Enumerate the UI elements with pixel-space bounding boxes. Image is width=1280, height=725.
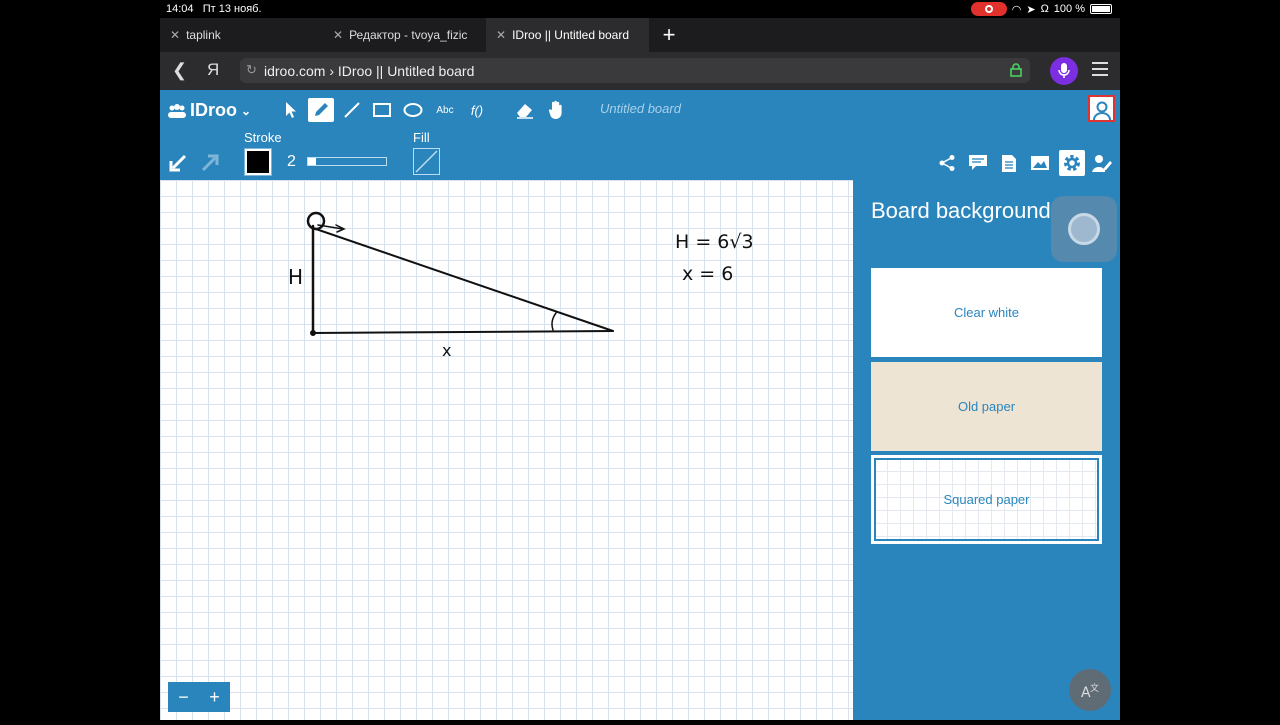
user-profile-button[interactable]	[1088, 95, 1115, 122]
stroke-size-value: 2	[287, 153, 296, 170]
users-icon	[168, 103, 186, 118]
close-icon[interactable]: ✕	[496, 28, 506, 42]
close-icon[interactable]: ✕	[333, 28, 343, 42]
zoom-in-button[interactable]: +	[209, 687, 220, 708]
location-icon: ➤	[1026, 3, 1036, 16]
undo-icon[interactable]	[168, 153, 188, 173]
share-icon	[939, 155, 955, 171]
search-engine-icon[interactable]: Я	[207, 60, 219, 80]
no-fill-icon	[415, 150, 438, 173]
user-edit-icon	[1092, 155, 1112, 172]
status-bar: 14:04 Пт 13 нояб. ◠ ➤ Ω 100 %	[160, 0, 1120, 18]
label-x: x	[442, 341, 451, 360]
redo-icon[interactable]	[200, 153, 220, 173]
accessibility-button[interactable]: A文	[1069, 669, 1111, 711]
stroke-size-slider[interactable]	[307, 157, 387, 166]
microphone-button[interactable]	[1050, 57, 1078, 85]
close-icon[interactable]: ✕	[170, 28, 180, 42]
background-option-clear-white[interactable]: Clear white	[871, 268, 1102, 357]
rectangle-tool[interactable]	[369, 98, 395, 122]
gear-icon	[1064, 155, 1080, 171]
pencil-icon	[315, 103, 328, 116]
assistive-touch-button[interactable]	[1051, 196, 1117, 262]
line-icon	[344, 102, 360, 118]
ellipse-tool[interactable]	[400, 98, 426, 122]
url-text: idroo.com › IDroo || Untitled board	[264, 62, 475, 79]
tab-idroo[interactable]: ✕ IDroo || Untitled board	[486, 18, 649, 52]
board-title[interactable]: Untitled board	[600, 101, 681, 116]
url-field[interactable]: ↻ idroo.com › IDroo || Untitled board	[240, 58, 1030, 83]
background-option-squared-paper[interactable]: Squared paper	[871, 455, 1102, 544]
zoom-controls: − +	[168, 682, 230, 712]
eraser-tool[interactable]	[512, 98, 538, 122]
tab-taplink[interactable]: ✕ taplink	[160, 18, 323, 52]
equation-h: H = 6√3	[675, 231, 754, 253]
pages-button[interactable]	[998, 152, 1020, 174]
translate-icon: A文	[1081, 682, 1099, 701]
document-icon	[1002, 154, 1016, 172]
slider-fill	[308, 158, 316, 165]
tab-editor[interactable]: ✕ Редактор - tvoya_fizic	[323, 18, 486, 52]
board-drawing: H x H = 6√3 x = 6	[288, 211, 754, 360]
back-icon[interactable]: ❮	[172, 60, 187, 81]
share-button[interactable]	[936, 152, 958, 174]
label-h: H	[288, 265, 303, 289]
app-toolbar: IDroo ⌄ Abc f() Untitled board Stroke 2 …	[160, 90, 1120, 180]
microphone-icon	[1058, 63, 1070, 78]
text-tool[interactable]: Abc	[432, 98, 458, 122]
pencil-tool[interactable]	[308, 98, 334, 122]
ellipse-icon	[403, 103, 423, 117]
battery-percent: 100 %	[1053, 3, 1085, 15]
hand-icon	[548, 100, 562, 119]
board-background-panel: Board background Clear white Old paper S…	[853, 180, 1120, 720]
image-button[interactable]	[1029, 152, 1051, 174]
screen: 14:04 Пт 13 нояб. ◠ ➤ Ω 100 % ✕ taplink ✕…	[0, 0, 1280, 720]
stroke-label: Stroke	[244, 130, 282, 145]
chat-icon	[969, 155, 987, 170]
lock-icon	[1010, 63, 1022, 77]
image-icon	[1031, 156, 1049, 170]
hand-tool[interactable]	[543, 98, 569, 122]
headphones-icon: Ω	[1040, 3, 1049, 15]
line-tool[interactable]	[339, 98, 365, 122]
user-settings-button[interactable]	[1091, 152, 1113, 174]
new-tab-button[interactable]: +	[649, 18, 689, 52]
fill-label: Fill	[413, 130, 430, 145]
background-option-old-paper[interactable]: Old paper	[871, 362, 1102, 451]
select-icon	[286, 102, 296, 118]
equation-x: x = 6	[682, 263, 733, 285]
whiteboard-canvas[interactable]: H x H = 6√3 x = 6	[160, 180, 853, 720]
fill-color-swatch[interactable]	[413, 148, 440, 175]
stroke-color-swatch[interactable]	[244, 148, 272, 176]
status-time: 14:04 Пт 13 нояб.	[166, 3, 262, 15]
formula-tool[interactable]: f()	[464, 98, 490, 122]
app-logo[interactable]: IDroo ⌄	[168, 100, 251, 121]
svg-text:文: 文	[1090, 682, 1099, 694]
battery-icon	[1090, 4, 1112, 14]
rectangle-icon	[373, 103, 391, 117]
chat-button[interactable]	[967, 152, 989, 174]
recording-icon	[970, 2, 1007, 16]
select-tool[interactable]	[278, 98, 304, 122]
wifi-icon: ◠	[1011, 3, 1022, 16]
browser-tab-bar: ✕ taplink ✕ Редактор - tvoya_fizic ✕ IDroo …	[160, 18, 1120, 52]
settings-button[interactable]	[1059, 150, 1085, 176]
reload-icon[interactable]: ↻	[246, 62, 257, 78]
address-bar: ❮ Я ↻ idroo.com › IDroo || Untitled boar…	[160, 52, 1120, 90]
menu-icon[interactable]	[1092, 62, 1108, 80]
formula-icon: f()	[470, 102, 484, 118]
text-icon: Abc	[436, 104, 454, 116]
user-icon	[1092, 101, 1111, 120]
triangle-drawing	[306, 211, 614, 336]
zoom-out-button[interactable]: −	[178, 687, 189, 708]
eraser-icon	[517, 104, 533, 119]
status-icons: ◠ ➤ Ω 100 %	[970, 2, 1112, 16]
chevron-down-icon: ⌄	[241, 103, 252, 118]
panel-title: Board background	[871, 198, 1051, 223]
